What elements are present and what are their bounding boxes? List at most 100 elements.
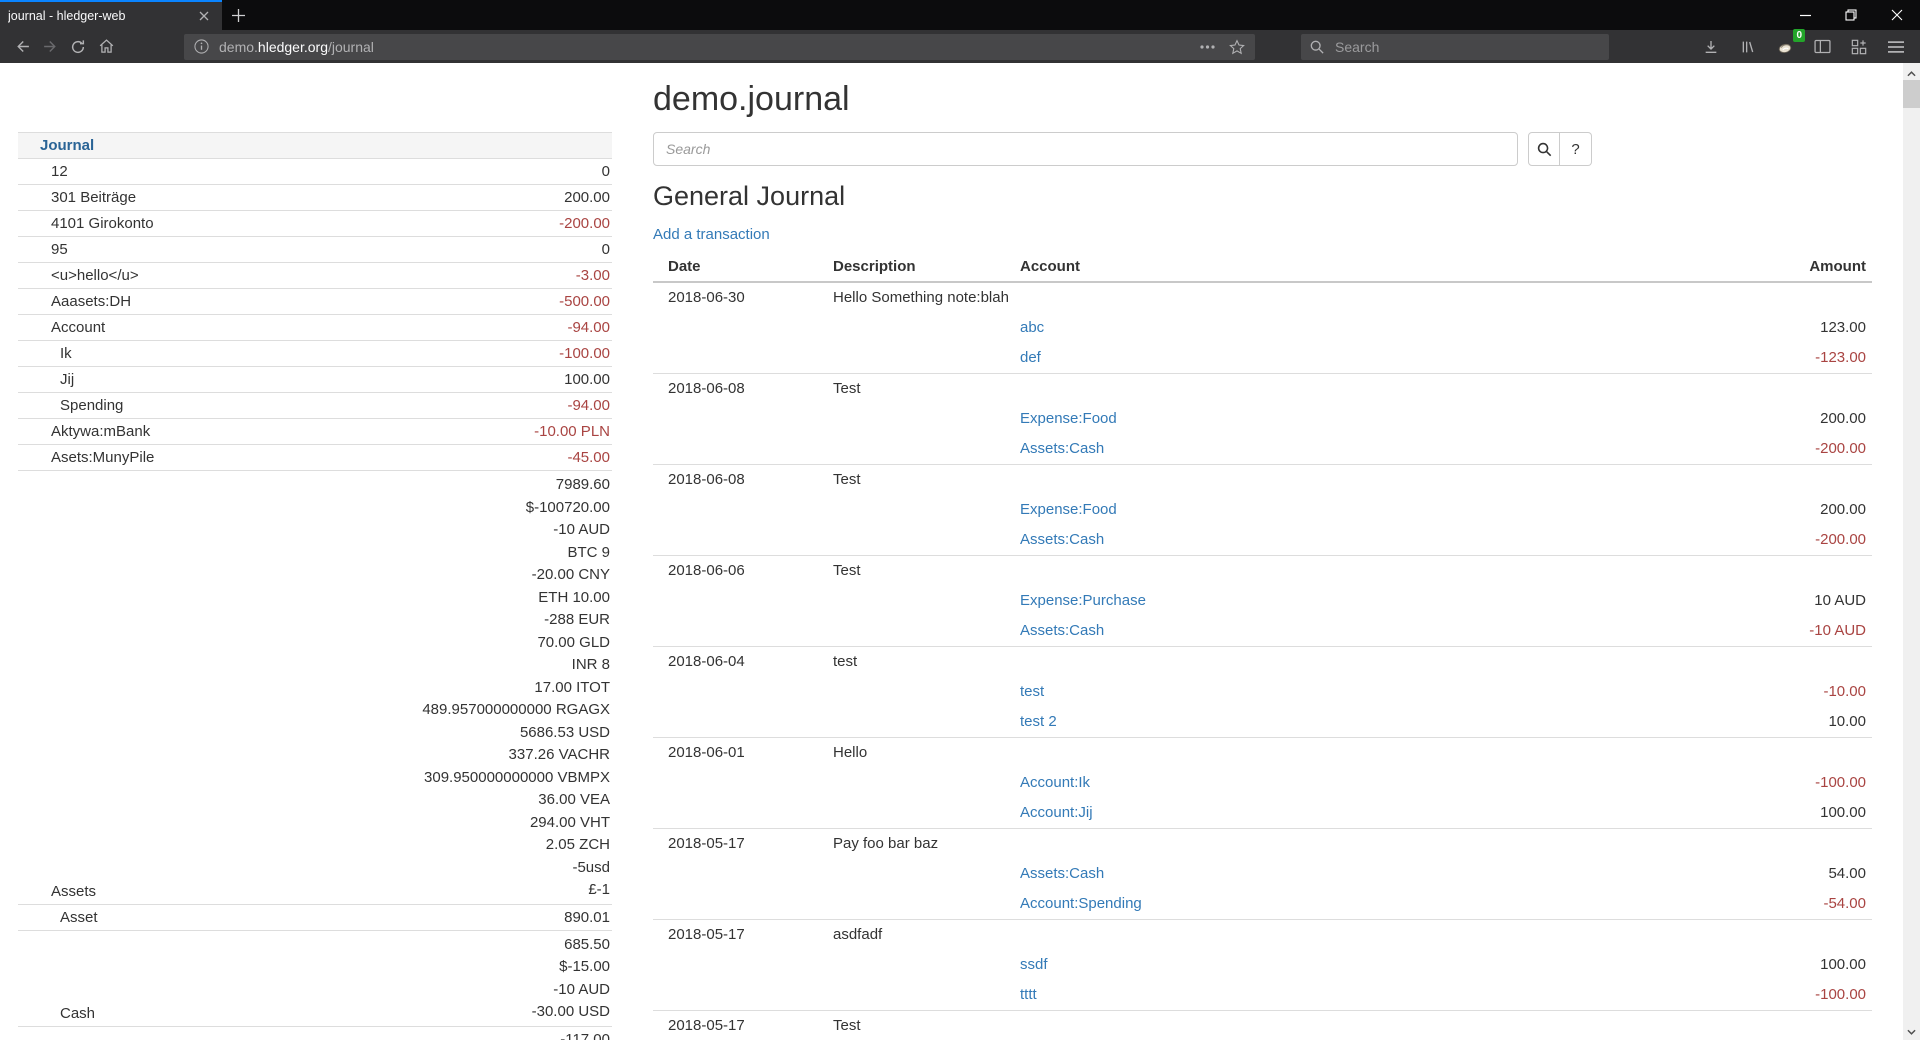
account-name[interactable]: 12 [18,162,68,182]
balance-amount: 337.26 VACHR [422,744,610,767]
posting-account-link[interactable]: Assets:Cash [1020,865,1104,882]
posting-row: Account:Jij100.00 [653,798,1872,829]
forward-icon[interactable] [36,34,64,60]
url-bar[interactable]: demo.hledger.org/journal [184,34,1255,60]
posting-row: Assets:Cash-200.00 [653,525,1872,556]
account-name[interactable]: Asets:MunyPile [18,448,154,468]
posting-account-link[interactable]: def [1020,349,1041,366]
page-actions-icon[interactable] [1200,45,1215,49]
site-info-icon[interactable] [194,39,209,54]
vertical-scrollbar[interactable] [1903,63,1920,1040]
account-name[interactable]: Ik [18,344,72,364]
balance-amount: -10 AUD [532,979,610,1002]
account-name[interactable]: 301 Beiträge [18,188,136,208]
account-balance: 890.01 [564,908,610,928]
account-name[interactable]: Cash [18,1004,95,1024]
account-balance: 100.00 [564,370,610,390]
account-balance: -45.00 [567,448,610,468]
back-icon[interactable] [8,34,36,60]
journal-search-input[interactable] [653,132,1518,166]
reload-icon[interactable] [64,34,92,60]
account-name[interactable]: Spending [18,396,123,416]
balance-amount: -45.00 [567,448,610,468]
account-name[interactable]: <u>hello</u> [18,266,139,286]
account-balance: -94.00 [567,318,610,338]
transaction-title-row[interactable]: 2018-05-17Test [653,1011,1872,1040]
posting-account-link[interactable]: tttt [1020,986,1037,1003]
sidebars-icon[interactable] [1808,34,1836,60]
new-tab-button[interactable] [222,0,254,30]
active-tab[interactable]: journal - hledger-web [0,0,222,30]
transaction-title-row[interactable]: 2018-05-17Pay foo bar baz [653,829,1872,860]
account-name[interactable]: Assets [18,882,96,902]
library-icon[interactable] [1734,34,1762,60]
browser-search-bar[interactable] [1301,34,1609,60]
posting-account-link[interactable]: Expense:Food [1020,501,1117,518]
tab-close-icon[interactable] [194,2,214,30]
scrollbar-thumb[interactable] [1903,80,1920,108]
posting-account-link[interactable]: Expense:Food [1020,410,1117,427]
url-path: /journal [328,39,374,55]
transaction-title-row[interactable]: 2018-06-01Hello [653,738,1872,769]
column-header-description: Description [833,253,1020,282]
journal-search-button[interactable] [1528,132,1560,166]
transaction-title-row[interactable]: 2018-06-06Test [653,556,1872,587]
balance-amount: 294.00 VHT [422,812,610,835]
account-name[interactable]: Account [18,318,105,338]
posting-row: Expense:Food200.00 [653,495,1872,525]
browser-search-input[interactable] [1333,38,1600,56]
account-balance: 0 [602,162,610,182]
account-name[interactable]: Asset [18,908,98,928]
home-icon[interactable] [92,34,120,60]
transaction-title-row[interactable]: 2018-06-08Test [653,374,1872,405]
account-balance: -500.00 [559,292,610,312]
sidebar-journal-link[interactable]: Journal [18,136,94,156]
posting-row: Account:Ik-100.00 [653,768,1872,798]
posting-account-link[interactable]: Expense:Purchase [1020,592,1146,609]
transaction-title-row[interactable]: 2018-06-30Hello Something note:blah [653,282,1872,313]
apps-grid-icon[interactable] [1845,34,1873,60]
transaction: 2018-06-04testtest-10.00test 210.00 [653,647,1872,738]
account-name[interactable]: 4101 Girokonto [18,214,154,234]
account-name[interactable]: Aaasets:DH [18,292,131,312]
bookmark-star-icon[interactable] [1229,39,1245,55]
balance-amount: -500.00 [559,292,610,312]
balance-amount: 2.05 ZCH [422,834,610,857]
posting-account-link[interactable]: test [1020,683,1044,700]
downloads-icon[interactable] [1697,34,1725,60]
account-name[interactable]: Aktywa:mBank [18,422,150,442]
posting-account-link[interactable]: Assets:Cash [1020,531,1104,548]
transaction-date: 2018-06-04 [653,647,833,678]
account-name[interactable]: 95 [18,240,68,260]
sidebar-row: 4101 Girokonto-200.00 [18,210,612,236]
search-help-button[interactable]: ? [1560,132,1592,166]
posting-account-link[interactable]: Account:Spending [1020,895,1142,912]
posting-account-link[interactable]: abc [1020,319,1044,336]
transaction-title-row[interactable]: 2018-06-08Test [653,465,1872,496]
transaction: 2018-05-17asdfadfssdf100.00tttt-100.00 [653,920,1872,1011]
account-balance: -10.00 PLN [534,422,610,442]
balance-amount: 309.950000000000 VBMPX [422,767,610,790]
extension-icon[interactable]: 0 [1771,34,1799,60]
transaction-title-row[interactable]: 2018-06-04test [653,647,1872,678]
balance-amount: -94.00 [567,396,610,416]
posting-account-link[interactable]: ssdf [1020,956,1048,973]
posting-account-link[interactable]: Assets:Cash [1020,622,1104,639]
window-minimize-button[interactable] [1782,0,1828,30]
posting-account-link[interactable]: Assets:Cash [1020,440,1104,457]
url-subdomain: demo. [219,39,258,55]
transaction: 2018-06-30Hello Something note:blahabc12… [653,282,1872,374]
posting-account-link[interactable]: Account:Ik [1020,774,1090,791]
scroll-down-icon[interactable] [1903,1023,1920,1040]
account-balance: 685.50$-15.00-10 AUD-30.00 USD [532,934,610,1024]
account-name[interactable]: Jij [18,370,74,390]
transaction-title-row[interactable]: 2018-05-17asdfadf [653,920,1872,951]
sidebar-row: Spending -94.00 [18,392,612,418]
posting-account-link[interactable]: test 2 [1020,713,1057,730]
add-transaction-link[interactable]: Add a transaction [653,226,770,243]
posting-account-link[interactable]: Account:Jij [1020,804,1093,821]
url-domain: hledger.org [258,39,328,55]
menu-hamburger-icon[interactable] [1882,34,1910,60]
window-close-button[interactable] [1874,0,1920,30]
window-restore-button[interactable] [1828,0,1874,30]
